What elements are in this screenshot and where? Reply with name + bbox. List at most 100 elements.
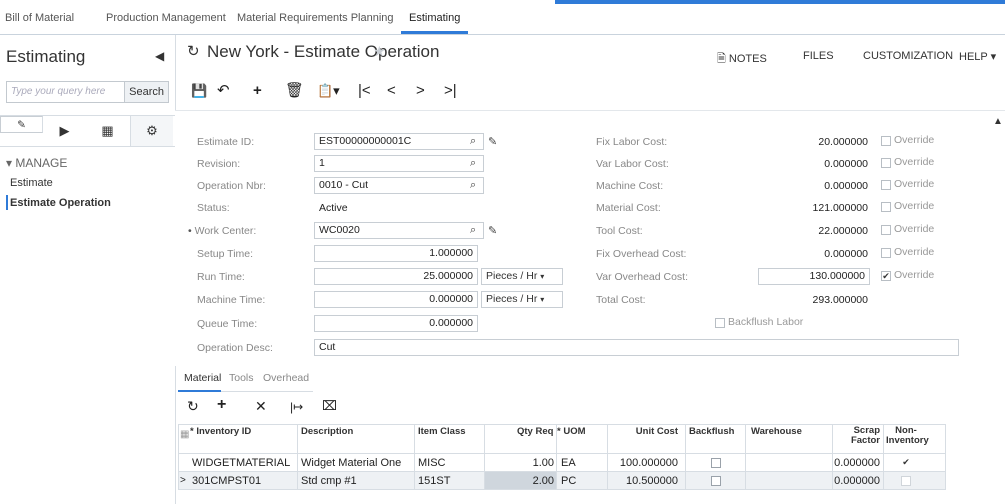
add-icon[interactable]: +: [253, 82, 262, 100]
col-unit-cost[interactable]: Unit Cost: [628, 426, 678, 437]
module-tab-estimating[interactable]: Estimating: [400, 12, 469, 34]
cell-qty-req[interactable]: 2.00: [514, 475, 554, 487]
delete-icon[interactable]: 🗑: [285, 82, 304, 100]
cell-description[interactable]: Std cmp #1: [301, 475, 357, 487]
search-icon[interactable]: ⌕: [470, 157, 476, 170]
queue-time-field[interactable]: 0.000000: [314, 315, 478, 332]
operation-desc-field[interactable]: Cut: [314, 339, 959, 356]
run-time-field[interactable]: 25.000000: [314, 268, 478, 285]
cell-uom[interactable]: PC: [561, 475, 576, 487]
col-item-class[interactable]: Item Class: [418, 426, 466, 437]
star-icon[interactable]: ★: [373, 43, 386, 60]
edit-pencil-icon[interactable]: ✎: [488, 224, 497, 237]
var-overhead-cost-field[interactable]: 130.000000: [758, 268, 870, 285]
col-backflush[interactable]: Backflush: [689, 426, 734, 437]
report-icon[interactable]: ▦: [86, 116, 129, 146]
override-checkbox[interactable]: [881, 202, 891, 212]
cell-inventory-id[interactable]: WIDGETMATERIAL: [192, 457, 290, 469]
copy-paste-icon[interactable]: 📋▾: [317, 82, 340, 100]
tab-tools[interactable]: Tools: [229, 372, 254, 384]
cell-description[interactable]: Widget Material One: [301, 457, 401, 469]
grid-refresh-icon[interactable]: ↻: [187, 398, 199, 415]
grid-top-border: [178, 424, 946, 425]
estimate-id-field[interactable]: EST00000000001C: [314, 133, 484, 150]
search-icon[interactable]: ⌕: [470, 224, 476, 237]
module-tab-mrp[interactable]: Material Requirements Planning: [237, 12, 394, 24]
grid-col-border: [178, 424, 179, 489]
cell-inventory-id[interactable]: 301CMPST01: [192, 475, 261, 487]
export-excel-icon[interactable]: ⌧: [322, 398, 337, 414]
customization-link[interactable]: CUSTOMIZATION: [863, 50, 953, 62]
machine-time-unit-select[interactable]: Pieces / Hr ▾: [481, 291, 563, 308]
col-description[interactable]: Description: [301, 426, 353, 437]
col-inventory-id[interactable]: * Inventory ID: [190, 426, 251, 437]
previous-record-icon[interactable]: <: [387, 82, 396, 100]
var-overhead-cost-label: Var Overhead Cost:: [596, 271, 689, 283]
cell-scrap-factor[interactable]: 0.000000: [820, 475, 880, 487]
search-box[interactable]: Type your query here Search: [6, 81, 169, 103]
cell-unit-cost[interactable]: 10.500000: [612, 475, 678, 487]
search-button[interactable]: Search: [124, 82, 168, 102]
override-checkbox[interactable]: [881, 180, 891, 190]
col-uom[interactable]: * UOM: [557, 426, 586, 437]
cell-unit-cost[interactable]: 100.000000: [612, 457, 678, 469]
cell-non-inventory-checkbox[interactable]: [901, 476, 911, 486]
override-label: Override: [894, 178, 935, 190]
material-cost-value: 121.000000: [812, 202, 868, 214]
cell-item-class[interactable]: MISC: [418, 457, 446, 469]
next-record-icon[interactable]: >: [416, 82, 425, 100]
col-qty-req[interactable]: Qty Req: [517, 426, 553, 437]
grid-add-icon[interactable]: +: [217, 396, 226, 414]
section-manage[interactable]: ▾ MANAGE: [6, 156, 67, 170]
override-checkbox-checked[interactable]: ✔: [881, 271, 891, 281]
cell-uom[interactable]: EA: [561, 457, 576, 469]
override-checkbox[interactable]: [881, 158, 891, 168]
cell-scrap-factor[interactable]: 0.000000: [820, 457, 880, 469]
machine-time-field[interactable]: 0.000000: [314, 291, 478, 308]
first-record-icon[interactable]: |<: [358, 82, 371, 100]
override-checkbox[interactable]: [881, 136, 891, 146]
module-tab-bill-of-material[interactable]: Bill of Material: [5, 12, 74, 24]
operation-nbr-field[interactable]: 0010 - Cut: [314, 177, 484, 194]
grid-settings-icon[interactable]: ▦: [180, 429, 189, 440]
play-icon[interactable]: ▶: [43, 116, 86, 146]
gear-icon[interactable]: ⚙: [130, 116, 173, 146]
col-non-inventory[interactable]: Non-Inventory: [886, 426, 929, 446]
pencil-icon[interactable]: ✎: [0, 116, 43, 133]
revision-field[interactable]: 1: [314, 155, 484, 172]
collapse-icon[interactable]: ◀: [155, 49, 164, 63]
files-link[interactable]: FILES: [803, 50, 834, 62]
scroll-up-arrow-icon[interactable]: ▲: [993, 116, 1003, 127]
override-checkbox[interactable]: [881, 248, 891, 258]
cell-item-class[interactable]: 151ST: [418, 475, 450, 487]
notes-link[interactable]: 🗎 NOTES: [717, 50, 767, 69]
cell-non-inventory-checkbox[interactable]: ✔: [901, 458, 911, 468]
backflush-labor-checkbox[interactable]: [715, 318, 725, 328]
col-warehouse[interactable]: Warehouse: [751, 426, 802, 437]
setup-time-field[interactable]: 1.000000: [314, 245, 478, 262]
last-record-icon[interactable]: >|: [444, 82, 457, 100]
fit-columns-icon[interactable]: |↦: [290, 400, 303, 414]
undo-icon[interactable]: ↶: [217, 82, 230, 100]
override-checkbox[interactable]: [881, 225, 891, 235]
nav-item-estimate[interactable]: Estimate: [10, 177, 53, 189]
help-link[interactable]: HELP ▾: [959, 50, 996, 63]
save-icon[interactable]: 💾: [191, 82, 207, 100]
cell-qty-req[interactable]: 1.00: [514, 457, 554, 469]
col-scrap-factor[interactable]: Scrap Factor: [836, 426, 880, 446]
override-label: Override: [894, 246, 935, 258]
nav-item-estimate-operation[interactable]: Estimate Operation: [10, 197, 111, 209]
tab-material[interactable]: Material: [184, 372, 221, 384]
run-time-unit-select[interactable]: Pieces / Hr ▾: [481, 268, 563, 285]
edit-pencil-icon[interactable]: ✎: [488, 135, 497, 148]
module-tab-production-management[interactable]: Production Management: [106, 12, 226, 24]
search-input[interactable]: Type your query here: [11, 86, 105, 97]
refresh-icon[interactable]: ↻: [187, 42, 200, 60]
cell-backflush-checkbox[interactable]: [711, 458, 721, 468]
cell-backflush-checkbox[interactable]: [711, 476, 721, 486]
search-icon[interactable]: ⌕: [470, 135, 476, 148]
grid-delete-icon[interactable]: ✕: [255, 398, 267, 415]
work-center-field[interactable]: WC0020: [314, 222, 484, 239]
search-icon[interactable]: ⌕: [470, 179, 476, 192]
tab-overhead[interactable]: Overhead: [263, 372, 309, 384]
